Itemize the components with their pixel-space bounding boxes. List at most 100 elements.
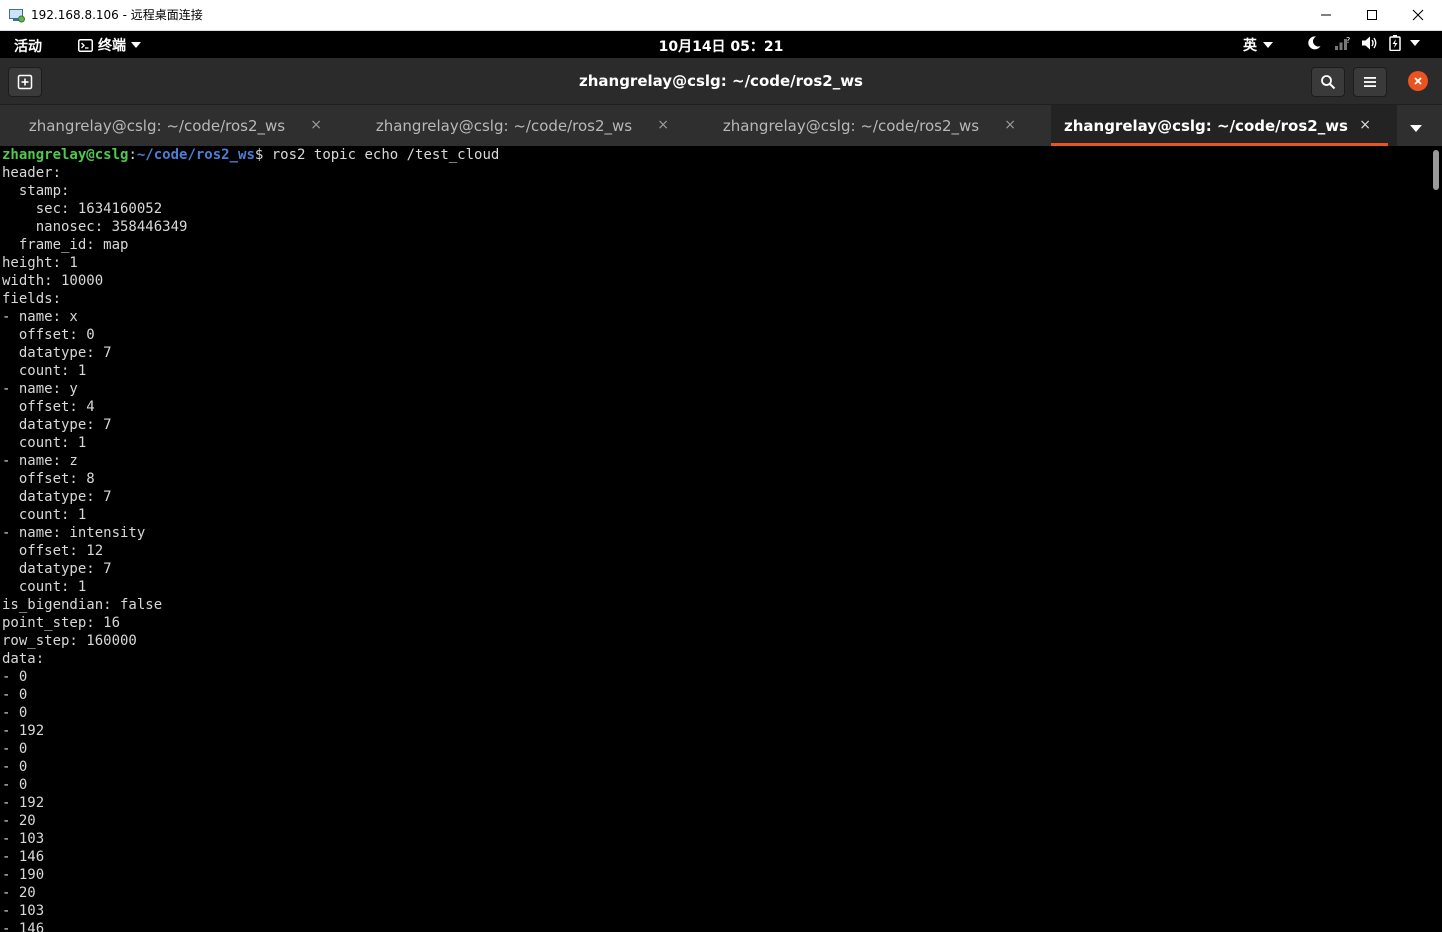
- new-tab-icon: [17, 74, 33, 90]
- output-line: - name: y: [2, 381, 78, 397]
- output-line: - 0: [2, 669, 28, 685]
- output-line: datatype: 7: [2, 489, 112, 505]
- output-line: count: 1: [2, 363, 87, 379]
- output-line: - 0: [2, 777, 28, 793]
- output-line: - name: x: [2, 309, 78, 325]
- prompt-line: zhangrelay@cslg:~/code/ros2_ws$ ros2 top…: [0, 146, 1430, 164]
- search-button[interactable]: [1311, 67, 1345, 97]
- tab-close-button[interactable]: ×: [1004, 117, 1016, 133]
- tab-4-active[interactable]: zhangrelay@cslg: ~/code/ros2_ws ×: [1051, 105, 1397, 146]
- gnome-top-bar: 活动 终端 10月14日 05：21 英 ?: [0, 31, 1442, 58]
- output-line: - 192: [2, 795, 45, 811]
- output-line: - 146: [2, 921, 45, 932]
- output-line: offset: 12: [2, 543, 104, 559]
- output-line: frame_id: map: [2, 237, 129, 253]
- new-tab-button[interactable]: [8, 67, 42, 97]
- search-icon: [1321, 75, 1336, 90]
- output-line: offset: 4: [2, 399, 95, 415]
- terminal-window-title: zhangrelay@cslg: ~/code/ros2_ws: [578, 72, 863, 90]
- output-line: - name: z: [2, 453, 78, 469]
- scrollbar-thumb[interactable]: [1433, 150, 1439, 190]
- output-line: offset: 8: [2, 471, 95, 487]
- hamburger-menu-icon: [1364, 77, 1376, 87]
- output-line: header:: [2, 165, 62, 181]
- tab-bar: zhangrelay@cslg: ~/code/ros2_ws × zhangr…: [0, 105, 1442, 146]
- chevron-down-icon: [131, 42, 141, 48]
- output-line: - 20: [2, 885, 36, 901]
- system-status-menu[interactable]: ?: [1306, 35, 1420, 51]
- tab-label: zhangrelay@cslg: ~/code/ros2_ws: [375, 117, 633, 135]
- command-text: ros2 topic echo /test_cloud: [271, 147, 500, 163]
- maximize-button[interactable]: [1349, 0, 1395, 30]
- tab-close-button[interactable]: ×: [310, 117, 322, 133]
- output-line: - 190: [2, 867, 45, 883]
- minimize-icon: [1321, 14, 1331, 16]
- output-line: point_step: 16: [2, 615, 121, 631]
- output-line: - 20: [2, 813, 36, 829]
- output-line: offset: 0: [2, 327, 95, 343]
- night-light-icon: [1308, 36, 1321, 50]
- output-line: count: 1: [2, 435, 87, 451]
- output-line: count: 1: [2, 507, 87, 523]
- prompt-path: ~/code/ros2_ws: [136, 147, 255, 163]
- terminal-scrollbar[interactable]: [1430, 146, 1442, 932]
- app-menu[interactable]: 终端: [78, 35, 141, 55]
- clock[interactable]: 10月14日 05：21: [659, 39, 784, 55]
- output-line: is_bigendian: false: [2, 597, 163, 613]
- hamburger-menu-button[interactable]: [1353, 67, 1387, 97]
- tab-close-button[interactable]: ×: [657, 117, 669, 133]
- output-line: width: 10000: [2, 273, 104, 289]
- output-line: fields:: [2, 291, 62, 307]
- output-line: sec: 1634160052: [2, 201, 163, 217]
- prompt-dollar: $: [254, 147, 272, 163]
- activities-button[interactable]: 活动: [14, 36, 42, 56]
- output-line: - 103: [2, 831, 45, 847]
- output-line: row_step: 160000: [2, 633, 137, 649]
- prompt-colon: :: [128, 147, 137, 163]
- output-line: - name: intensity: [2, 525, 146, 541]
- rdp-title-bar: 192.168.8.106 - 远程桌面连接: [0, 0, 1442, 31]
- tab-label: zhangrelay@cslg: ~/code/ros2_ws: [1063, 117, 1348, 135]
- tab-1[interactable]: zhangrelay@cslg: ~/code/ros2_ws ×: [2, 105, 348, 146]
- prompt-user: zhangrelay@cslg: [2, 147, 129, 163]
- input-method-menu[interactable]: 英: [1243, 35, 1273, 55]
- output-line: - 0: [2, 759, 28, 775]
- app-menu-label: 终端: [98, 38, 126, 54]
- output-line: nanosec: 358446349: [2, 219, 188, 235]
- svg-text:?: ?: [1346, 36, 1350, 45]
- chevron-down-icon: [1410, 125, 1422, 132]
- tab-2[interactable]: zhangrelay@cslg: ~/code/ros2_ws ×: [349, 105, 695, 146]
- output-line: stamp:: [2, 183, 70, 199]
- output-line: - 0: [2, 741, 28, 757]
- output-line: - 192: [2, 723, 45, 739]
- output-line: - 0: [2, 705, 28, 721]
- terminal-close-button[interactable]: [1408, 71, 1428, 91]
- close-icon: [1412, 9, 1424, 21]
- minimize-button[interactable]: [1303, 0, 1349, 30]
- output-line: datatype: 7: [2, 561, 112, 577]
- output-line: datatype: 7: [2, 345, 112, 361]
- tab-3[interactable]: zhangrelay@cslg: ~/code/ros2_ws ×: [696, 105, 1042, 146]
- maximize-icon: [1367, 10, 1377, 20]
- output-line: - 0: [2, 687, 28, 703]
- tab-close-button[interactable]: ×: [1359, 117, 1371, 133]
- close-icon: [1414, 77, 1422, 85]
- input-method-label: 英: [1243, 38, 1257, 54]
- terminal-app-icon: [78, 38, 93, 52]
- output-line: - 146: [2, 849, 45, 865]
- output-line: data:: [2, 651, 45, 667]
- terminal-output[interactable]: zhangrelay@cslg:~/code/ros2_ws$ ros2 top…: [0, 146, 1430, 932]
- tab-list-dropdown[interactable]: [1410, 117, 1422, 136]
- terminal-header-bar: zhangrelay@cslg: ~/code/ros2_ws: [0, 58, 1442, 105]
- remote-desktop-icon: [9, 8, 25, 23]
- battery-icon: [1389, 35, 1401, 51]
- volume-icon: [1362, 36, 1377, 50]
- rdp-window-title: 192.168.8.106 - 远程桌面连接: [31, 8, 203, 22]
- chevron-down-icon: [1263, 42, 1273, 48]
- output-line: - 103: [2, 903, 45, 919]
- tab-label: zhangrelay@cslg: ~/code/ros2_ws: [28, 117, 286, 135]
- output-line: datatype: 7: [2, 417, 112, 433]
- chevron-down-icon: [1410, 40, 1420, 46]
- window-close-button[interactable]: [1395, 0, 1441, 30]
- output-line: height: 1: [2, 255, 78, 271]
